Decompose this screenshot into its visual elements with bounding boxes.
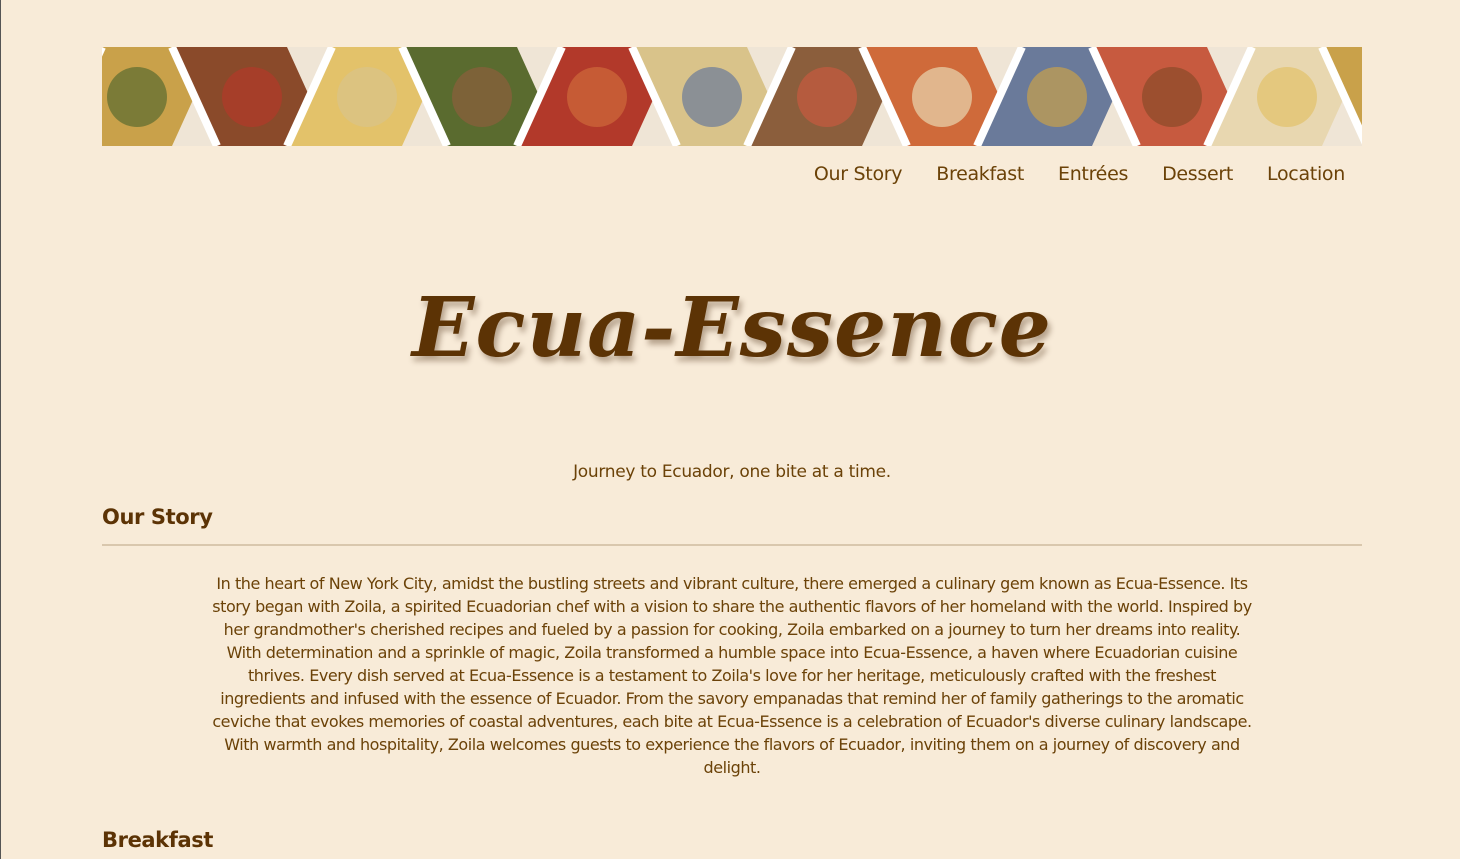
banner-dish — [107, 67, 167, 127]
main-nav: Our Story Breakfast Entrées Dessert Loca… — [814, 163, 1345, 185]
banner-dish — [682, 67, 742, 127]
section-heading-breakfast: Breakfast — [102, 828, 213, 852]
banner-dish — [797, 67, 857, 127]
nav-link-dessert[interactable]: Dessert — [1162, 163, 1233, 185]
window-edge — [0, 0, 1, 859]
section-divider — [102, 544, 1362, 546]
banner-dish — [222, 67, 282, 127]
our-story-text: In the heart of New York City, amidst th… — [212, 572, 1252, 779]
story-paragraph-1: In the heart of New York City, amidst th… — [212, 574, 1252, 639]
site-title: Ecua-Essence — [412, 280, 1052, 376]
banner-dish — [567, 67, 627, 127]
banner-dish — [1257, 67, 1317, 127]
nav-link-our-story[interactable]: Our Story — [814, 163, 903, 185]
food-collage-graphic — [102, 47, 1362, 146]
banner-dish — [1142, 67, 1202, 127]
page-container: Our Story Breakfast Entrées Dessert Loca… — [102, 47, 1362, 852]
banner-dish — [912, 67, 972, 127]
nav-link-breakfast[interactable]: Breakfast — [936, 163, 1024, 185]
story-paragraph-2: With determination and a sprinkle of mag… — [212, 643, 1252, 777]
banner-dish — [1027, 67, 1087, 127]
banner-dish — [337, 67, 397, 127]
food-banner-image — [102, 47, 1362, 146]
tagline: Journey to Ecuador, one bite at a time. — [573, 462, 891, 482]
banner-dish — [452, 67, 512, 127]
nav-link-entrees[interactable]: Entrées — [1058, 163, 1128, 185]
section-heading-our-story: Our Story — [102, 505, 213, 529]
nav-link-location[interactable]: Location — [1267, 163, 1345, 185]
